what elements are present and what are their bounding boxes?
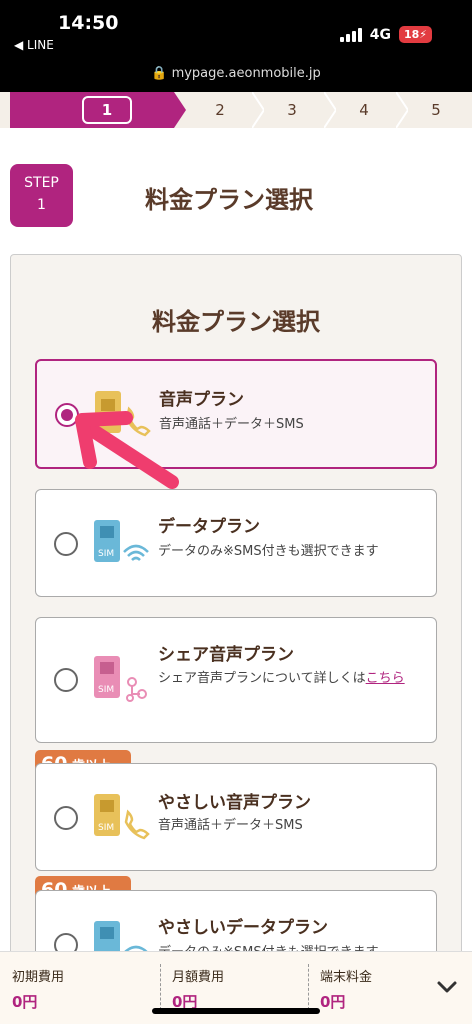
step-badge-number: 1 xyxy=(37,197,46,213)
divider xyxy=(160,964,161,1010)
back-to-app-link[interactable]: ◀ LINE xyxy=(14,38,54,52)
sim-label: SIM xyxy=(98,549,114,559)
cost-value: 0円 xyxy=(320,993,346,1011)
chevron-down-icon[interactable] xyxy=(436,976,458,998)
radio-easy-voice-plan[interactable] xyxy=(54,806,78,830)
divider xyxy=(308,964,309,1010)
data-sim-icon: SIM xyxy=(94,520,149,562)
device-cost: 端末料金 0円 xyxy=(320,966,372,1012)
plan-name: シェア音声プラン xyxy=(158,645,294,665)
panel-title: 料金プラン選択 xyxy=(152,308,320,336)
plan-name: データプラン xyxy=(158,517,260,537)
url-text: mypage.aeonmobile.jp xyxy=(171,66,321,81)
step-progress: 1 2 3 4 5 xyxy=(0,92,472,128)
status-time: 14:50 xyxy=(58,12,119,34)
home-indicator xyxy=(152,1008,320,1014)
plan-description-text: シェア音声プランについて詳しくは xyxy=(158,671,366,686)
monthly-cost: 月額費用 0円 xyxy=(172,966,224,1012)
cost-value: 0円 xyxy=(12,993,38,1011)
share-sim-icon: SIM xyxy=(94,656,147,702)
cost-label: 月額費用 xyxy=(172,970,225,985)
step-badge-label: STEP xyxy=(24,175,59,191)
initial-cost: 初期費用 0円 xyxy=(12,966,64,1012)
status-indicators: 4G 18⚡ xyxy=(339,26,432,43)
url-bar[interactable]: 🔒 mypage.aeonmobile.jp xyxy=(0,66,472,81)
sim-label: SIM xyxy=(98,823,114,833)
plan-name: やさしいデータプラン xyxy=(158,918,328,938)
cost-label: 端末料金 xyxy=(320,970,373,985)
plan-description: データのみ※SMS付きも選択できます xyxy=(158,544,379,559)
details-link[interactable]: こちら xyxy=(366,671,405,686)
voice-sim-icon: SIM xyxy=(94,794,150,840)
lock-icon: 🔒 xyxy=(151,66,168,81)
step-4: 4 xyxy=(359,101,369,119)
plan-name: やさしい音声プラン xyxy=(158,793,311,813)
plan-card-easy-voice[interactable]: SIM やさしい音声プラン 音声通話＋データ＋SMS xyxy=(35,763,437,871)
network-type: 4G xyxy=(369,26,391,43)
step-badge: STEP 1 xyxy=(10,164,73,227)
radio-share-voice-plan[interactable] xyxy=(54,668,78,692)
page-title: 料金プラン選択 xyxy=(145,186,313,214)
step-5: 5 xyxy=(431,101,441,119)
plan-card-share-voice[interactable]: SIM シェア音声プラン シェア音声プランについて詳しくはこちら xyxy=(35,617,437,743)
plan-description: シェア音声プランについて詳しくはこちら xyxy=(158,668,428,690)
step-3: 3 xyxy=(287,101,297,119)
step-current-number: 1 xyxy=(82,96,132,124)
battery-level: 18 xyxy=(403,28,420,41)
plan-description: 音声通話＋データ＋SMS xyxy=(158,818,303,833)
radio-data-plan[interactable] xyxy=(54,532,78,556)
cost-label: 初期費用 xyxy=(12,970,65,985)
status-bar: 14:50 ◀ LINE 4G 18⚡ 🔒 mypage.aeonmobile.… xyxy=(0,0,472,92)
battery-icon: 18⚡ xyxy=(398,26,432,43)
sim-label: SIM xyxy=(98,685,114,695)
annotation-arrow-icon xyxy=(75,411,179,489)
signal-icon xyxy=(339,27,362,42)
plan-card-data[interactable]: SIM データプラン データのみ※SMS付きも選択できます xyxy=(35,489,437,597)
step-2: 2 xyxy=(215,101,225,119)
